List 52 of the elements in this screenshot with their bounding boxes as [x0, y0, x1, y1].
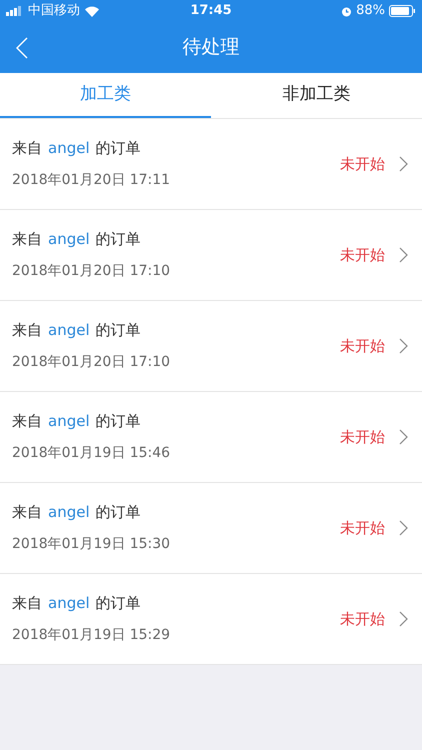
back-icon	[16, 37, 28, 59]
order-label: 的订单	[96, 320, 141, 342]
battery-percent: 88%	[356, 2, 386, 20]
chevron-right-icon	[399, 338, 408, 354]
alarm-icon	[341, 6, 352, 16]
order-row[interactable]: 来自 angel 的订单 2018年01月19日 15:30 未开始	[0, 483, 422, 574]
order-status: 未开始	[340, 244, 385, 266]
chevron-right-icon	[399, 247, 408, 263]
order-label: 的订单	[96, 593, 141, 614]
tab[interactable]: 非加工类	[211, 73, 422, 118]
order-from-label: 来自	[12, 593, 42, 614]
order-label: 的订单	[96, 411, 141, 432]
order-status: 未开始	[340, 336, 385, 357]
order-date: 2018年01月20日 17:11	[12, 170, 172, 190]
clock-time: 17:45	[190, 2, 232, 20]
chevron-right-icon	[399, 156, 408, 172]
order-from-label: 来自	[12, 320, 42, 342]
order-from-label: 来自	[12, 138, 42, 160]
order-status: 未开始	[340, 426, 385, 448]
order-date: 2018年01月19日 15:46	[12, 444, 172, 463]
sender-name: angel	[48, 229, 90, 250]
sender-name: angel	[48, 138, 90, 160]
signal-icon	[6, 6, 24, 16]
order-row[interactable]: 来自 angel 的订单 2018年01月20日 17:10 未开始	[0, 210, 422, 301]
order-date: 2018年01月19日 15:29	[12, 626, 172, 645]
order-from-label: 来自	[12, 411, 42, 432]
chevron-right-icon	[399, 520, 408, 536]
page-title: 待处理	[182, 35, 240, 60]
order-label: 的订单	[96, 138, 141, 160]
order-row[interactable]: 来自 angel 的订单 2018年01月20日 17:10 未开始	[0, 301, 422, 392]
order-label: 的订单	[96, 229, 141, 250]
sender-name: angel	[48, 320, 90, 342]
order-status: 未开始	[340, 608, 385, 630]
order-label: 的订单	[96, 502, 141, 524]
order-from-label: 来自	[12, 229, 42, 250]
order-status: 未开始	[340, 518, 385, 539]
sender-name: angel	[48, 502, 90, 524]
order-date: 2018年01月20日 17:10	[12, 352, 172, 372]
chevron-right-icon	[399, 429, 408, 445]
order-row[interactable]: 来自 angel 的订单 2018年01月19日 15:29 未开始	[0, 574, 422, 665]
sender-name: angel	[48, 593, 90, 614]
order-from-label: 来自	[12, 502, 42, 524]
order-row[interactable]: 来自 angel 的订单 2018年01月19日 15:46 未开始	[0, 392, 422, 483]
carrier-name: 中国移动	[28, 2, 80, 20]
order-date: 2018年01月20日 17:10	[12, 262, 172, 281]
order-status: 未开始	[340, 154, 385, 175]
sender-name: angel	[48, 411, 90, 432]
order-row[interactable]: 来自 angel 的订单 2018年01月20日 17:11 未开始	[0, 119, 422, 210]
order-date: 2018年01月19日 15:30	[12, 534, 172, 554]
chevron-right-icon	[399, 611, 408, 627]
battery-icon	[389, 5, 416, 17]
wifi-icon	[84, 6, 100, 16]
